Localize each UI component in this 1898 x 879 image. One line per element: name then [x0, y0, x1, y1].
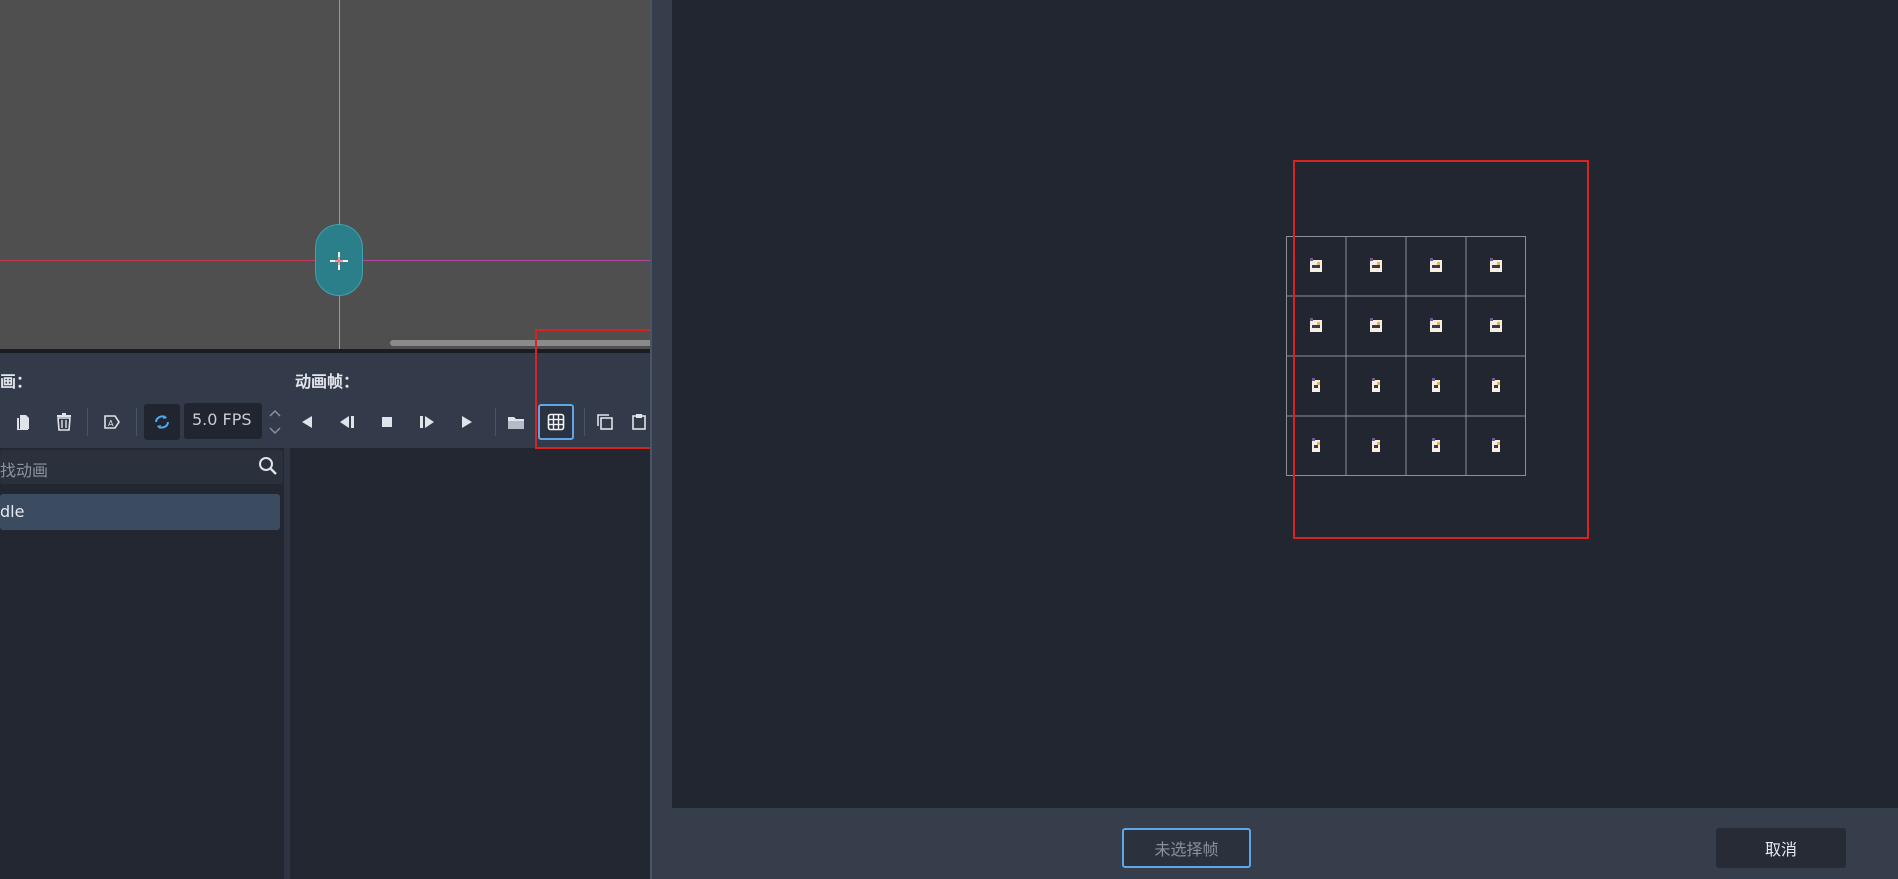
loop-icon [155, 415, 169, 429]
frames-header: 动画帧： [295, 372, 360, 391]
animation-search-placeholder: 找动画 [0, 461, 49, 480]
add-frames-from-file-button[interactable] [498, 404, 534, 440]
scene-viewport[interactable] [0, 0, 652, 352]
toolbar-separator [136, 408, 137, 436]
highlight-box-toolbar [535, 329, 658, 449]
autoplay-icon: A [104, 415, 120, 429]
play-icon [462, 416, 472, 428]
toolbar-separator [495, 408, 496, 436]
paste-icon [17, 415, 29, 430]
stop-button[interactable] [369, 404, 405, 440]
x-axis-line-right [339, 260, 652, 261]
animations-header: 画： [0, 372, 33, 391]
play-from-start-button[interactable] [409, 404, 445, 440]
stop-icon [382, 417, 392, 427]
fps-input[interactable]: 5.0 FPS [184, 403, 262, 439]
remove-animation-button[interactable] [46, 404, 82, 440]
no-frames-selected-button[interactable]: 未选择帧 [1122, 828, 1251, 868]
origin-cross-icon [330, 252, 348, 270]
toolbar-separator [87, 408, 88, 436]
y-axis-line [339, 0, 340, 352]
search-icon [259, 457, 277, 475]
play-backwards-from-end-icon [302, 416, 312, 428]
animation-list-item[interactable] [0, 494, 280, 530]
loop-toggle-button[interactable] [144, 404, 180, 440]
sprite-sheet-preview-area[interactable] [672, 0, 1898, 808]
animation-list-item-label: dle [0, 502, 25, 521]
paste-animation-button[interactable] [6, 404, 42, 440]
play-backwards-icon [340, 416, 354, 428]
play-backwards-from-end-button[interactable] [289, 404, 325, 440]
fps-spinner-icon[interactable] [266, 404, 284, 440]
highlight-box-sprite-sheet [1293, 160, 1589, 539]
open-folder-icon [508, 417, 524, 429]
svg-text:A: A [108, 419, 114, 428]
play-from-start-icon [420, 416, 434, 428]
play-button[interactable] [449, 404, 485, 440]
delete-icon [57, 413, 71, 431]
cancel-button[interactable]: 取消 [1716, 828, 1846, 868]
play-backwards-button[interactable] [329, 404, 365, 440]
autoplay-button[interactable]: A [94, 404, 130, 440]
animation-frames-area[interactable] [290, 448, 652, 879]
